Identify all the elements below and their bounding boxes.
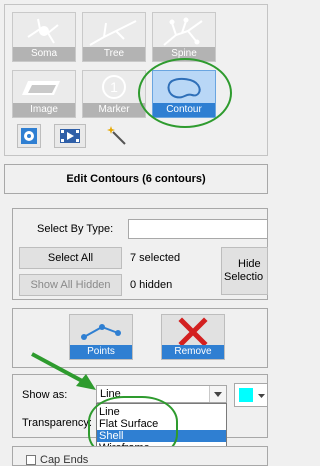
movie-button[interactable]	[54, 124, 86, 148]
chevron-down-icon[interactable]	[209, 386, 226, 402]
soma-icon	[27, 18, 59, 44]
select-by-type-input[interactable]	[128, 219, 268, 239]
color-picker-button[interactable]	[234, 383, 268, 407]
selected-count-status: 7 selected	[130, 252, 181, 264]
marker-tool-label: Marker	[83, 103, 145, 117]
chevron-down-icon	[258, 394, 265, 398]
close-icon	[178, 317, 208, 347]
cap-ends-checkbox[interactable]	[26, 455, 36, 465]
magic-wand-button[interactable]	[105, 124, 129, 148]
tree-tool-button[interactable]: Tree	[82, 12, 146, 62]
soma-tool-label: Soma	[13, 47, 75, 61]
hide-selection-label-line1: Hide	[238, 258, 261, 270]
cap-ends-label: Cap Ends	[40, 454, 89, 466]
points-icon	[81, 324, 121, 340]
svg-text:1: 1	[110, 79, 118, 95]
soma-tool-button[interactable]: Soma	[12, 12, 76, 62]
edit-contours-header: Edit Contours (6 contours)	[4, 164, 268, 194]
movie-icon	[60, 129, 80, 143]
annotation-arrow	[31, 352, 96, 390]
remove-label: Remove	[162, 345, 224, 359]
spine-icon	[163, 17, 203, 46]
spine-tool-button[interactable]: Spine	[152, 12, 216, 62]
annotation-ring-contour	[138, 58, 232, 128]
image-icon	[22, 81, 60, 95]
show-all-hidden-button[interactable]: Show All Hidden	[19, 274, 122, 296]
hide-selection-button[interactable]: Hide Selectio	[221, 247, 268, 295]
settings-button[interactable]	[17, 124, 41, 148]
tree-tool-label: Tree	[83, 47, 145, 61]
marker-tool-button[interactable]: 1 Marker	[82, 70, 146, 118]
image-tool-button[interactable]: Image	[12, 70, 76, 118]
hide-selection-label-line2: Selectio	[224, 271, 264, 283]
select-all-button[interactable]: Select All	[19, 247, 122, 269]
magic-wand-icon	[107, 126, 126, 145]
marker-icon: 1	[102, 75, 126, 99]
transparency-label: Transparency:	[22, 417, 92, 429]
settings-icon	[21, 128, 37, 144]
remove-button[interactable]: Remove	[161, 314, 225, 360]
image-tool-label: Image	[13, 103, 75, 117]
color-swatch	[239, 388, 253, 402]
hidden-count-status: 0 hidden	[130, 279, 173, 291]
select-by-type-label: Select By Type:	[37, 223, 114, 235]
tree-icon	[89, 20, 137, 46]
